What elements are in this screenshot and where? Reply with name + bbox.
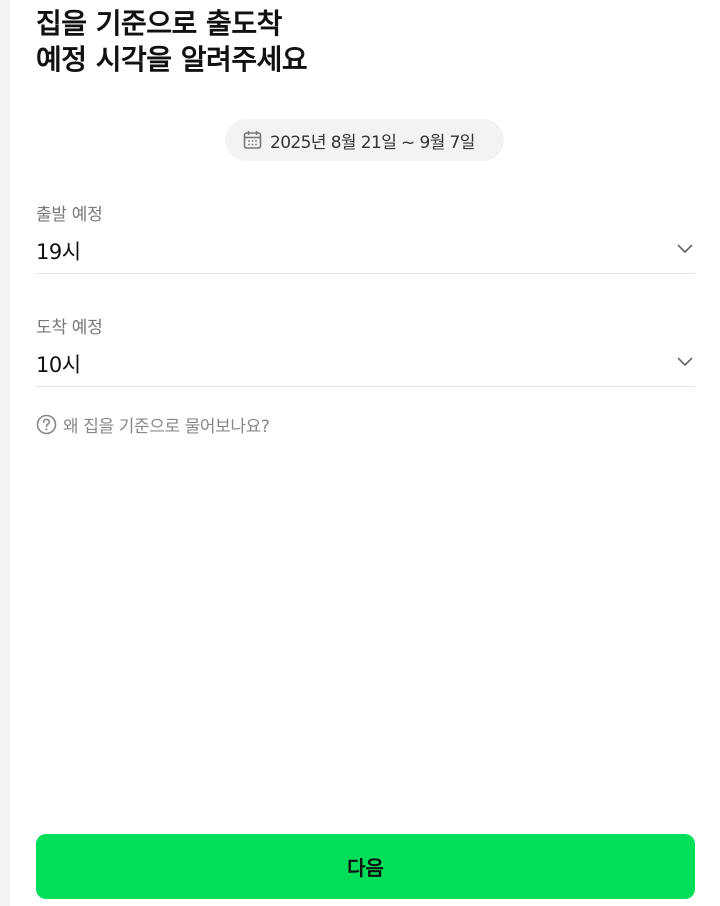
page-title: 집을 기준으로 출도착 예정 시각을 알려주세요 xyxy=(36,6,308,78)
help-text: 왜 집을 기준으로 물어보나요? xyxy=(63,417,270,437)
arrival-value: 10시 xyxy=(36,353,81,377)
help-link[interactable]: 왜 집을 기준으로 물어보나요? xyxy=(36,412,270,437)
page: 집을 기준으로 출도착 예정 시각을 알려주세요 2025년 8월 21일 ~ … xyxy=(0,0,720,906)
page-title-line-1: 집을 기준으로 출도착 xyxy=(36,7,282,40)
arrival-time-select[interactable]: 도착 예정 10시 xyxy=(36,313,695,387)
departure-value: 19시 xyxy=(36,240,81,264)
departure-time-select[interactable]: 출발 예정 19시 xyxy=(36,200,695,274)
date-range-chip: 2025년 8월 21일 ~ 9월 7일 xyxy=(225,119,504,161)
next-button[interactable]: 다음 xyxy=(36,834,695,899)
departure-label: 출발 예정 xyxy=(36,205,103,225)
chevron-down-icon xyxy=(677,357,693,366)
question-circle-icon xyxy=(36,414,57,435)
date-range-label: 2025년 8월 21일 ~ 9월 7일 xyxy=(270,132,475,153)
left-rail xyxy=(0,0,10,906)
calendar-icon xyxy=(243,131,262,149)
page-title-line-2: 예정 시각을 알려주세요 xyxy=(36,43,308,76)
arrival-label: 도착 예정 xyxy=(36,318,103,338)
chevron-down-icon xyxy=(677,244,693,253)
